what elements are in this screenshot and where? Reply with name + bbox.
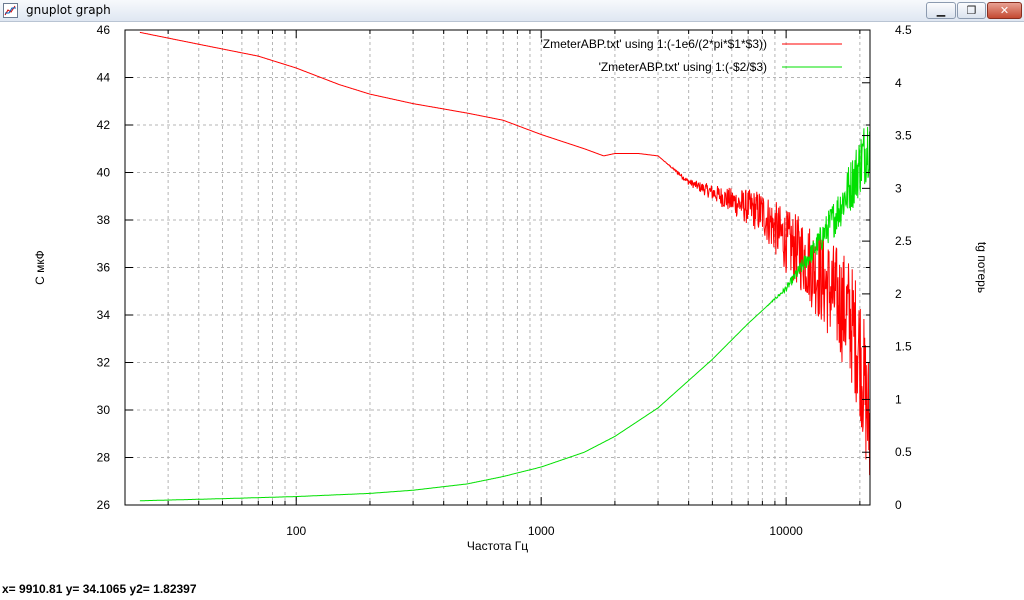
y2-tick-label: 1 (895, 392, 902, 406)
y-tick-label: 38 (97, 213, 111, 227)
y-tick-label: 34 (97, 308, 111, 322)
y2-tick-label: 1.5 (895, 340, 912, 354)
y2-axis-label: tg потерь (975, 242, 989, 293)
y-tick-label: 32 (97, 356, 111, 370)
y-tick-label: 26 (97, 498, 111, 512)
y2-tick-label: 0 (895, 498, 902, 512)
window-title: gnuplot graph (26, 3, 111, 17)
legend-label-1: 'ZmeterABP.txt' using 1:(-1e6/(2*pi*$1*$… (541, 37, 767, 51)
x-tick-label: 10000 (769, 524, 803, 538)
y-axis-label: С мкФ (33, 250, 47, 285)
y2-tick-label: 3 (895, 181, 902, 195)
y2-tick-label: 4.5 (895, 23, 912, 37)
legend-label-2: 'ZmeterABP.txt' using 1:(-$2/$3) (599, 60, 767, 74)
chart[interactable]: 26 28 30 32 34 36 38 40 42 44 46 0 0.5 1 1.5 2 2.5 3 3.5 4 4… (0, 22, 1024, 580)
y-tick-label: 36 (97, 261, 111, 275)
y2-tick-label: 2.5 (895, 234, 912, 248)
grid (124, 30, 870, 505)
y-tick-label: 46 (97, 23, 111, 37)
x-axis-label: Частота Гц (467, 539, 528, 553)
y-tick-label: 40 (97, 166, 111, 180)
minimize-button[interactable]: ▁ (926, 2, 956, 19)
y-tick-label: 30 (97, 403, 111, 417)
y-tick-label: 42 (97, 118, 111, 132)
y2-tick-label: 0.5 (895, 445, 912, 459)
close-button[interactable]: ✕ (987, 2, 1022, 19)
y2-tick-label: 2 (895, 287, 902, 301)
y-tick-label: 28 (97, 451, 111, 465)
x-tick-label: 1000 (528, 524, 555, 538)
y2-tick-label: 4 (895, 76, 902, 90)
y2-tick-label: 3.5 (895, 129, 912, 143)
series-line-2 (139, 126, 871, 502)
series-line-1 (139, 31, 871, 476)
maximize-button[interactable]: ❐ (957, 2, 986, 19)
x-tick-label: 100 (286, 524, 306, 538)
y-tick-label: 44 (97, 71, 111, 85)
window-titlebar: gnuplot graph ▁ ❐ ✕ (0, 0, 1024, 22)
gnuplot-icon[interactable] (3, 3, 18, 18)
coordinate-readout: x= 9910.81 y= 34.1065 y2= 1.82397 (2, 582, 197, 596)
